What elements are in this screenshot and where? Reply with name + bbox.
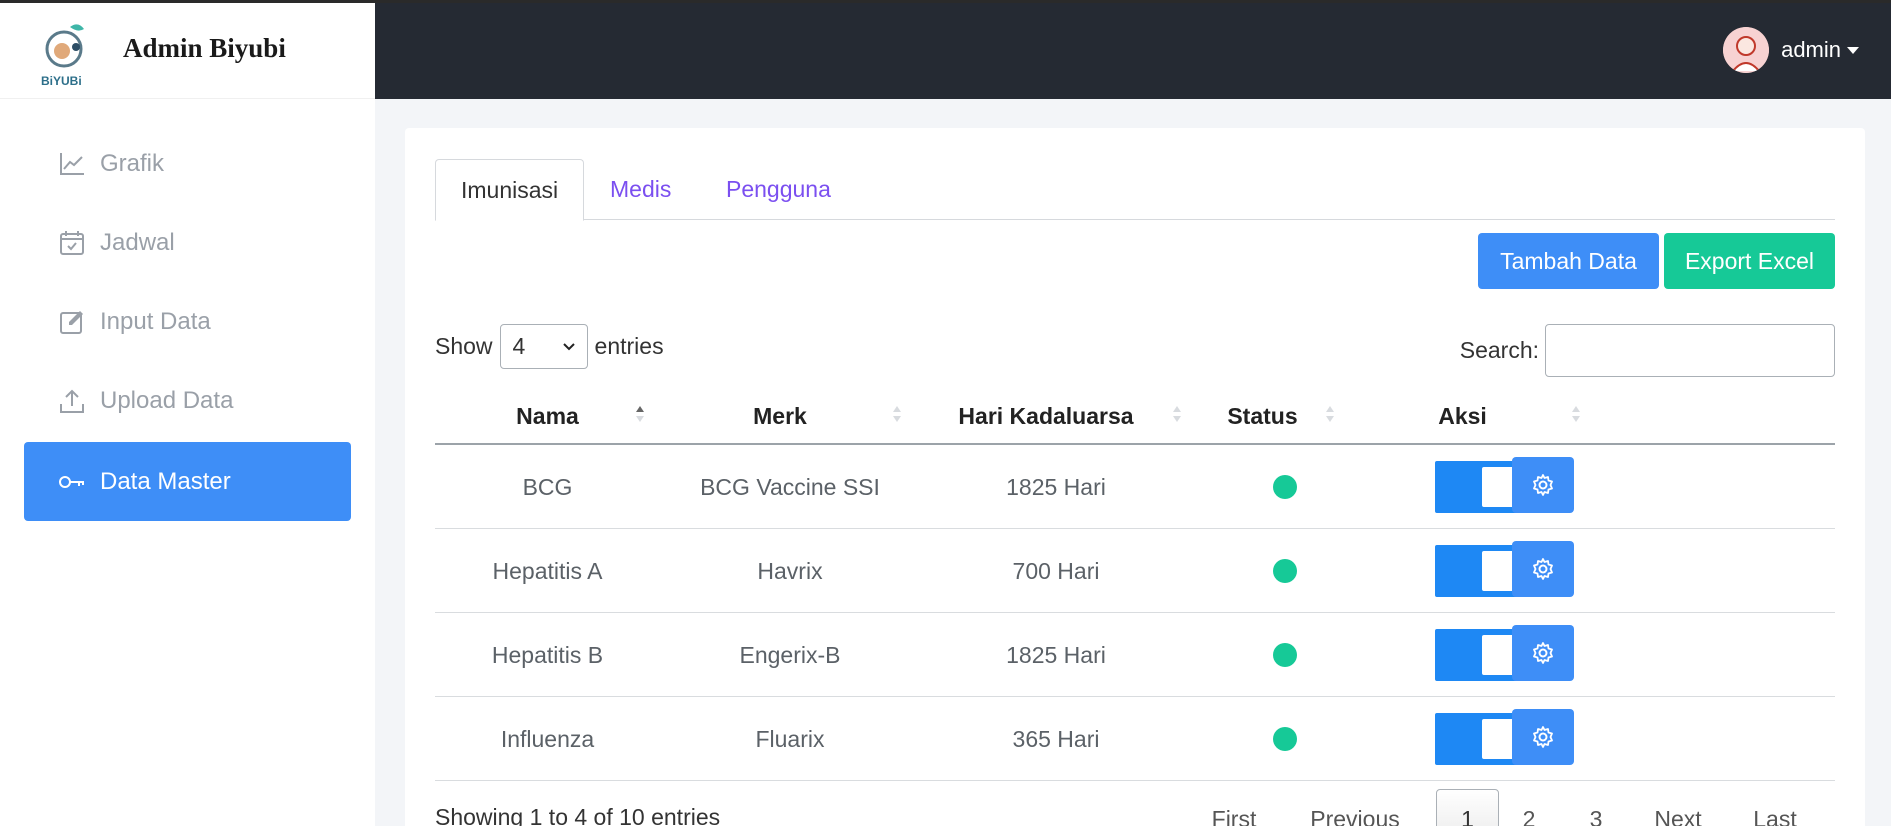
tab-imunisasi[interactable]: Imunisasi	[435, 159, 585, 221]
gear-icon	[1533, 726, 1553, 748]
show-label: Show	[435, 333, 493, 359]
sort-icon	[1172, 406, 1182, 426]
pagination-page-3[interactable]: 3	[1570, 789, 1622, 826]
cell-merk: BCG Vaccine SSI	[700, 473, 880, 500]
entries-length: Show 4 entries	[435, 324, 664, 369]
pagination-page-1[interactable]: 1	[1436, 789, 1499, 826]
sidebar: BiYUBi Admin Biyubi Grafik Jadwal Input …	[0, 0, 375, 826]
cell-merk: Fluarix	[755, 725, 825, 752]
tab-pengguna[interactable]: Pengguna	[701, 159, 856, 220]
sidebar-item-data-master[interactable]: Data Master	[24, 442, 351, 521]
pagination-first[interactable]: First	[1195, 789, 1273, 826]
settings-button[interactable]	[1512, 457, 1574, 513]
sidebar-item-label: Data Master	[100, 467, 231, 495]
cell-status	[1265, 529, 1305, 613]
table-row: Hepatitis A Havrix 700 Hari	[435, 529, 1835, 613]
upload-icon	[58, 387, 86, 415]
sidebar-item-label: Upload Data	[100, 386, 234, 414]
sort-icon	[1325, 406, 1335, 426]
sort-icon	[1571, 406, 1581, 426]
sidebar-item-grafik[interactable]: Grafik	[24, 124, 351, 203]
cell-status	[1265, 697, 1305, 781]
table-row: BCG BCG Vaccine SSI 1825 Hari	[435, 445, 1835, 529]
chart-line-icon	[58, 150, 86, 178]
cell-merk: Engerix-B	[739, 641, 841, 668]
settings-button[interactable]	[1512, 709, 1574, 765]
edit-icon	[58, 308, 86, 336]
cell-hari: 1825 Hari	[1006, 473, 1106, 500]
cell-nama: Influenza	[500, 725, 595, 752]
entries-select[interactable]: 4	[499, 324, 588, 369]
sidebar-item-input-data[interactable]: Input Data	[24, 282, 351, 361]
chevron-down-icon	[562, 342, 575, 350]
search-area: Search:	[1460, 324, 1835, 377]
cell-status	[1265, 445, 1305, 529]
table-row: Hepatitis B Engerix-B 1825 Hari	[435, 613, 1835, 697]
pagination-previous[interactable]: Previous	[1296, 789, 1414, 826]
calendar-check-icon	[58, 229, 86, 257]
pagination-last[interactable]: Last	[1735, 789, 1815, 826]
column-header-merk[interactable]: Merk	[660, 388, 900, 445]
search-input[interactable]	[1545, 324, 1835, 377]
cell-hari: 700 Hari	[1012, 557, 1100, 584]
tab-medis[interactable]: Medis	[585, 159, 696, 220]
gear-icon	[1533, 474, 1553, 496]
pagination-info: Showing 1 to 4 of 10 entries	[435, 804, 721, 826]
add-data-button[interactable]: Tambah Data	[1478, 233, 1659, 289]
top-header: admin	[375, 3, 1891, 99]
cell-merk: Havrix	[757, 557, 823, 584]
search-label: Search:	[1459, 337, 1539, 363]
brand-title: Admin Biyubi	[123, 33, 286, 63]
column-header-status[interactable]: Status	[1200, 388, 1325, 445]
settings-button[interactable]	[1512, 541, 1574, 597]
window-top-border	[0, 0, 1891, 3]
settings-button[interactable]	[1512, 625, 1574, 681]
export-excel-button[interactable]: Export Excel	[1664, 233, 1835, 289]
brand: BiYUBi Admin Biyubi	[0, 3, 375, 99]
table-header: Nama Merk Hari Kadaluarsa Status Aksi	[435, 388, 1835, 445]
gear-icon	[1533, 558, 1553, 580]
biyubi-logo: BiYUBi	[41, 24, 84, 88]
user-name: admin	[1781, 37, 1841, 62]
table-row: Influenza Fluarix 365 Hari	[435, 697, 1835, 781]
sidebar-item-upload-data[interactable]: Upload Data	[24, 361, 351, 440]
sort-icon	[892, 406, 902, 426]
cell-status	[1265, 613, 1305, 697]
key-icon	[58, 468, 86, 496]
status-active-dot	[1273, 475, 1297, 499]
entries-select-value: 4	[512, 333, 526, 359]
cell-nama: Hepatitis B	[491, 641, 604, 668]
sidebar-item-label: Grafik	[100, 149, 165, 177]
avatar	[1723, 27, 1770, 73]
status-active-dot	[1273, 559, 1297, 583]
cell-nama: Hepatitis A	[492, 557, 603, 584]
entries-suffix: entries	[594, 333, 664, 359]
status-active-dot	[1273, 643, 1297, 667]
column-header-nama[interactable]: Nama	[435, 388, 660, 445]
sidebar-item-jadwal[interactable]: Jadwal	[24, 203, 351, 282]
svg-text:BiYUBi: BiYUBi	[41, 74, 82, 88]
data-table: Nama Merk Hari Kadaluarsa Status Aksi BC…	[435, 388, 1835, 781]
pagination-next[interactable]: Next	[1637, 789, 1719, 826]
sidebar-item-label: Input Data	[100, 307, 211, 335]
user-menu[interactable]: admin	[1723, 27, 1859, 73]
cell-hari: 365 Hari	[1012, 725, 1100, 752]
cell-hari: 1825 Hari	[1006, 641, 1106, 668]
chevron-down-icon	[1847, 46, 1859, 54]
pagination-page-2[interactable]: 2	[1503, 789, 1555, 826]
cell-nama: BCG	[522, 473, 573, 500]
sort-icon	[635, 406, 645, 426]
status-active-dot	[1273, 727, 1297, 751]
gear-icon	[1533, 642, 1553, 664]
column-header-aksi[interactable]: Aksi	[1370, 388, 1555, 445]
data-master-card: Imunisasi Medis Pengguna Tambah Data Exp…	[405, 128, 1865, 826]
sidebar-item-label: Jadwal	[100, 228, 175, 256]
column-header-hari-kadaluarsa[interactable]: Hari Kadaluarsa	[925, 388, 1167, 445]
tabs: Imunisasi Medis Pengguna	[435, 159, 1835, 221]
